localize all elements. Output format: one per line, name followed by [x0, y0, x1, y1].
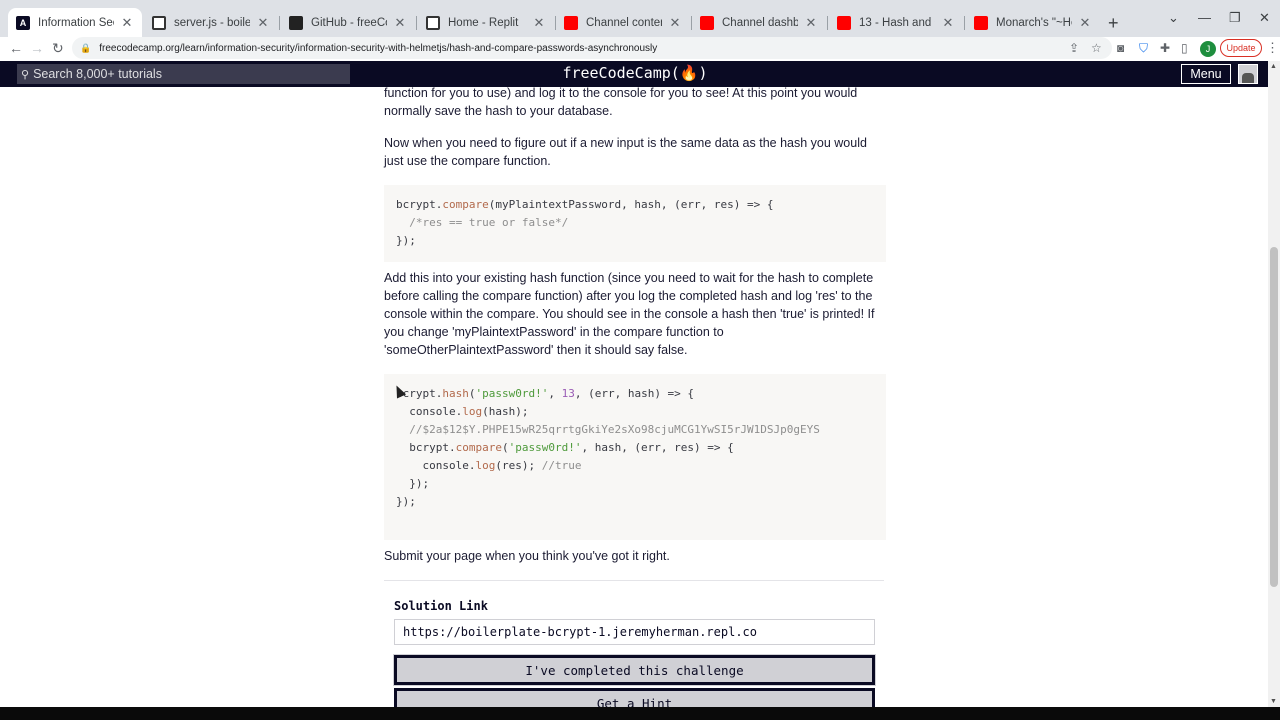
- solution-link-label: Solution Link: [394, 599, 488, 613]
- close-icon[interactable]: ✕: [256, 15, 270, 31]
- freecodecamp-icon: A: [16, 15, 30, 30]
- search-placeholder: Search 8,000+ tutorials: [33, 67, 162, 81]
- tab-channel-dashboard[interactable]: Channel dashboard - YouT ✕: [692, 8, 826, 37]
- fcc-navbar: ⚲ Search 8,000+ tutorials freeCodeCamp(🔥…: [0, 61, 1280, 87]
- close-icon[interactable]: ✕: [120, 15, 134, 31]
- tab-title: Channel dashboard - YouT: [722, 16, 798, 29]
- tab-information-security[interactable]: A Information Security with ✕: [8, 8, 142, 37]
- close-icon[interactable]: ✕: [804, 15, 818, 31]
- fcc-logo[interactable]: freeCodeCamp(🔥): [540, 64, 730, 82]
- replit-icon: [152, 15, 166, 30]
- tab-channel-content[interactable]: Channel content - YouTub ✕: [556, 8, 690, 37]
- paragraph-add-instructions: Add this into your existing hash functio…: [384, 271, 875, 357]
- tab-separator: [964, 16, 965, 30]
- tab-home-replit[interactable]: Home - Replit ✕: [418, 8, 554, 37]
- forward-arrow-icon[interactable]: →: [30, 40, 44, 56]
- tab-separator: [416, 16, 417, 30]
- menu-button[interactable]: Menu: [1181, 64, 1231, 84]
- get-hint-button[interactable]: Get a Hint: [394, 688, 875, 707]
- code-block-compare: bcrypt.compare(myPlaintextPassword, hash…: [384, 185, 886, 262]
- close-icon[interactable]: ✕: [532, 15, 546, 31]
- new-tab-plus-icon[interactable]: +: [1108, 13, 1119, 34]
- page-scrollbar[interactable]: ▲ ▼: [1268, 61, 1280, 707]
- reload-icon[interactable]: ↻: [52, 40, 64, 57]
- profile-avatar[interactable]: J: [1200, 41, 1216, 57]
- bookmark-star-icon[interactable]: ☆: [1091, 41, 1102, 55]
- tab-monarch-video[interactable]: Monarch's "~Hello~" Vide ✕: [966, 8, 1100, 37]
- paragraph-compare: Now when you need to figure out if a new…: [384, 136, 867, 168]
- scroll-up-arrow-icon[interactable]: ▲: [1270, 63, 1277, 70]
- tab-server-js[interactable]: server.js - boilerplate-bcry ✕: [144, 8, 278, 37]
- code-block-hash: bcrypt.hash('passw0rd!', 13, (err, hash)…: [384, 374, 886, 540]
- extensions-puzzle-icon[interactable]: ✚: [1160, 41, 1170, 55]
- complete-challenge-button[interactable]: I've completed this challenge: [393, 654, 876, 686]
- url-text: freecodecamp.org/learn/information-secur…: [99, 42, 658, 54]
- search-input[interactable]: ⚲ Search 8,000+ tutorials: [17, 64, 350, 84]
- tab-title: Channel content - YouTub: [586, 16, 662, 29]
- scroll-down-arrow-icon[interactable]: ▼: [1270, 698, 1277, 705]
- tab-separator: [827, 16, 828, 30]
- tab-title: server.js - boilerplate-bcry: [174, 16, 250, 29]
- tab-hash-and-compare[interactable]: 13 - Hash and Compare Pa ✕: [829, 8, 963, 37]
- tab-title: Information Security with: [38, 16, 114, 29]
- close-icon[interactable]: ✕: [393, 15, 407, 31]
- side-panel-icon[interactable]: ▯: [1181, 41, 1188, 55]
- tab-title: GitHub - freeCodeCamp/b: [311, 16, 387, 29]
- close-icon[interactable]: ✕: [1078, 15, 1092, 31]
- shield-extension-icon[interactable]: ⛉: [1139, 41, 1148, 56]
- more-menu-icon[interactable]: ⋮: [1266, 40, 1279, 56]
- back-arrow-icon[interactable]: ←: [9, 40, 23, 56]
- lesson-content: function for you to use) and log it to t…: [0, 87, 1268, 707]
- section-divider: [384, 580, 884, 581]
- browser-tab-strip: A Information Security with ✕ server.js …: [0, 0, 1280, 37]
- user-avatar-icon[interactable]: [1238, 64, 1258, 84]
- bottom-bar: [0, 707, 1280, 720]
- solution-link-input[interactable]: https://boilerplate-bcrypt-1.jeremyherma…: [394, 619, 875, 645]
- tab-search-chevron-icon[interactable]: ⌄: [1168, 10, 1179, 26]
- restore-icon[interactable]: ❐: [1229, 10, 1241, 26]
- solution-link-value: https://boilerplate-bcrypt-1.jeremyherma…: [403, 625, 758, 639]
- tab-title: Home - Replit: [448, 16, 519, 29]
- github-icon: [289, 15, 303, 30]
- lock-icon: 🔒: [80, 42, 92, 53]
- replit-icon: [426, 15, 440, 30]
- youtube-icon: [700, 15, 714, 30]
- address-bar[interactable]: 🔒 freecodecamp.org/learn/information-sec…: [72, 37, 1112, 59]
- share-icon[interactable]: ⇪: [1069, 41, 1079, 55]
- paragraph-intro: function for you to use) and log it to t…: [384, 87, 858, 118]
- search-icon: ⚲: [21, 68, 30, 81]
- tab-github[interactable]: GitHub - freeCodeCamp/b ✕: [281, 8, 415, 37]
- scroll-thumb[interactable]: [1270, 247, 1278, 587]
- tab-title: 13 - Hash and Compare Pa: [859, 16, 935, 29]
- minimize-icon[interactable]: —: [1198, 10, 1211, 25]
- paragraph-submit: Submit your page when you think you've g…: [384, 549, 670, 563]
- window-close-icon[interactable]: ✕: [1259, 10, 1270, 26]
- close-icon[interactable]: ✕: [668, 15, 682, 31]
- tab-separator: [279, 16, 280, 30]
- close-icon[interactable]: ✕: [941, 15, 955, 31]
- youtube-icon: [974, 15, 988, 30]
- browser-toolbar: ← → ↻ 🔒 freecodecamp.org/learn/informati…: [0, 37, 1280, 61]
- youtube-icon: [564, 15, 578, 30]
- camera-icon[interactable]: ◙: [1117, 41, 1124, 55]
- update-button[interactable]: Update: [1220, 39, 1262, 57]
- tab-title: Monarch's "~Hello~" Vide: [996, 16, 1072, 29]
- youtube-icon: [837, 15, 851, 30]
